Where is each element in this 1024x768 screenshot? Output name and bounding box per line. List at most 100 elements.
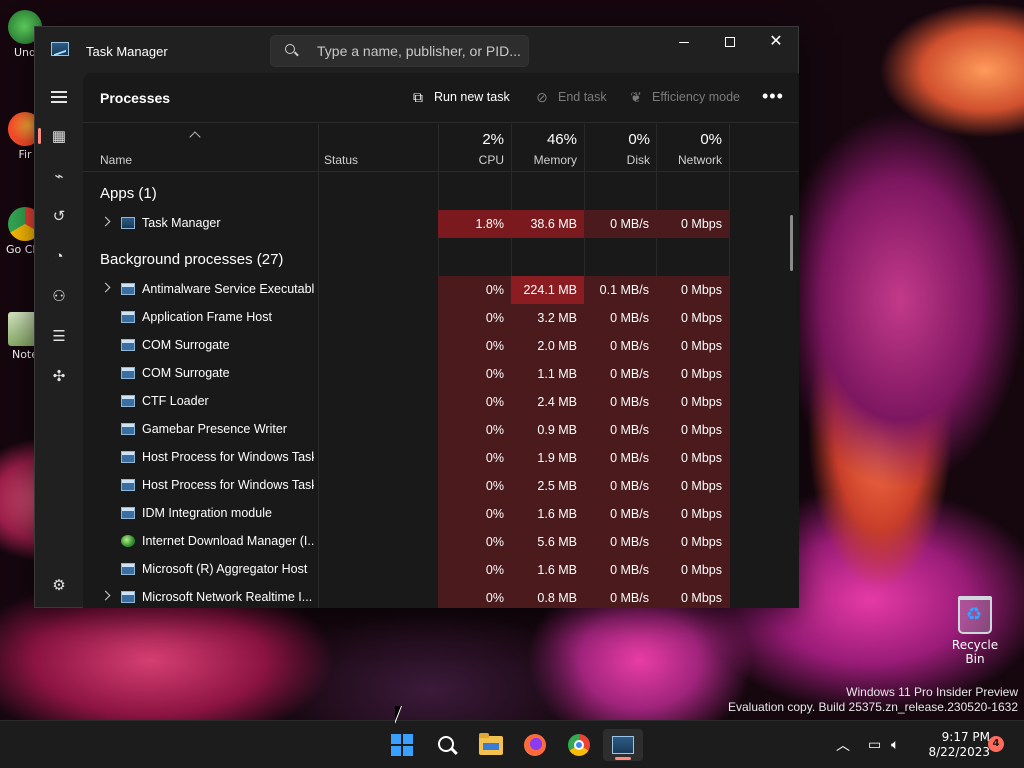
users-icon: ⚇ xyxy=(52,288,66,305)
table-row[interactable]: CTF Loader 0% 2.4 MB 0 MB/s 0 Mbps xyxy=(83,388,799,416)
table-row[interactable]: Internet Download Manager (I... 0% 5.6 MB 0… xyxy=(83,528,799,556)
disk-cell: 0 MB/s xyxy=(584,556,656,584)
scrollbar-thumb[interactable] xyxy=(790,215,793,271)
chevron-up-icon: ︿ xyxy=(836,738,850,754)
title-bar[interactable]: Task Manager ✕ xyxy=(35,27,798,73)
end-task-label: End task xyxy=(558,90,607,104)
table-row[interactable]: Application Frame Host 0% 3.2 MB 0 MB/s 0 Mb… xyxy=(83,304,799,332)
minimize-button[interactable] xyxy=(661,27,707,57)
cpu-cell: 0% xyxy=(438,416,511,444)
table-row[interactable]: Microsoft Network Realtime I... 0% 0.8 MB 0… xyxy=(83,584,799,608)
table-row[interactable]: COM Surrogate 0% 2.0 MB 0 MB/s 0 Mbps xyxy=(83,332,799,360)
speaker-icon: 🔈︎ xyxy=(891,737,900,753)
nav-users[interactable]: ⚇ xyxy=(47,284,71,308)
cpu-cell: 0% xyxy=(438,528,511,556)
taskbar-file-explorer[interactable] xyxy=(471,729,511,761)
column-status[interactable]: Status xyxy=(324,153,358,167)
watermark-line: Windows 11 Pro Insider Preview xyxy=(846,685,1018,699)
process-window-icon xyxy=(121,339,135,351)
cpu-cell: 0% xyxy=(438,584,511,608)
table-row[interactable]: IDM Integration module 0% 1.6 MB 0 MB/s 0 Mb… xyxy=(83,500,799,528)
memory-cell: 38.6 MB xyxy=(511,210,584,238)
volume-control[interactable]: 🔈︎ xyxy=(891,721,899,768)
leaf-icon: ❦ xyxy=(630,88,642,105)
memory-cell: 2.4 MB xyxy=(511,388,584,416)
more-options-button[interactable]: ••• xyxy=(762,86,784,107)
table-row[interactable]: Task Manager 1.8% 38.6 MB 0 MB/s 0 Mbps xyxy=(83,210,799,238)
taskbar-firefox[interactable] xyxy=(515,729,555,761)
sort-ascending-icon xyxy=(189,131,201,143)
nav-startup-apps[interactable]: ◔ xyxy=(47,244,71,268)
process-window-icon xyxy=(121,311,135,323)
memory-cell: 1.9 MB xyxy=(511,444,584,472)
cpu-total: 2% xyxy=(482,131,504,148)
task-manager-icon xyxy=(121,217,135,229)
close-icon: ✕ xyxy=(769,33,783,50)
group-header-background: Background processes (27) xyxy=(100,251,284,268)
table-row[interactable]: Host Process for Windows Tasks 0% 2.5 MB 0 … xyxy=(83,472,799,500)
services-puzzle-icon: ✣ xyxy=(52,368,66,385)
taskbar-task-manager[interactable] xyxy=(603,729,643,761)
task-manager-icon xyxy=(51,42,69,56)
notification-badge[interactable]: 4 xyxy=(988,736,1004,752)
memory-total: 46% xyxy=(546,131,577,148)
table-row[interactable]: COM Surrogate 0% 1.1 MB 0 MB/s 0 Mbps xyxy=(83,360,799,388)
taskbar-search-button[interactable] xyxy=(427,729,467,761)
close-button[interactable]: ✕ xyxy=(753,27,799,57)
run-new-task-button[interactable]: ⧉ Run new task xyxy=(410,89,510,105)
performance-icon: ⌁ xyxy=(54,168,64,185)
taskbar-chrome[interactable] xyxy=(559,729,599,761)
table-row[interactable]: Gamebar Presence Writer 0% 0.9 MB 0 MB/s 0 M… xyxy=(83,416,799,444)
efficiency-mode-label: Efficiency mode xyxy=(652,90,741,104)
end-task-button[interactable]: ⊘ End task xyxy=(534,89,607,105)
memory-cell: 1.6 MB xyxy=(511,556,584,584)
network-cell: 0 Mbps xyxy=(656,556,729,584)
nav-rail: ▦ ⌁ ↺ ◔ ⚇ ☰ ✣ ⚙ xyxy=(35,73,83,608)
nav-app-history[interactable]: ↺ xyxy=(47,204,71,228)
disk-cell: 0 MB/s xyxy=(584,304,656,332)
chevron-right-icon[interactable] xyxy=(100,216,111,227)
chevron-right-icon[interactable] xyxy=(100,282,111,293)
process-name: Host Process for Windows Tasks xyxy=(142,450,314,464)
nav-settings[interactable]: ⚙ xyxy=(47,573,71,597)
table-row[interactable]: Host Process for Windows Tasks 0% 1.9 MB 0 … xyxy=(83,444,799,472)
search-input[interactable] xyxy=(317,43,527,59)
network-status[interactable]: ▭ xyxy=(868,721,881,768)
maximize-icon xyxy=(725,37,735,47)
network-cell: 0 Mbps xyxy=(656,388,729,416)
process-name: COM Surrogate xyxy=(142,338,230,352)
maximize-button[interactable] xyxy=(707,27,753,57)
end-task-icon: ⊘ xyxy=(536,88,548,105)
process-window-icon xyxy=(121,283,135,295)
hamburger-menu-button[interactable] xyxy=(47,85,71,109)
processes-page: Processes ⧉ Run new task ⊘ End task ❦ Ef… xyxy=(83,73,799,608)
disk-cell: 0 MB/s xyxy=(584,444,656,472)
search-icon xyxy=(285,44,299,58)
network-total: 0% xyxy=(700,131,722,148)
run-new-task-label: Run new task xyxy=(434,90,510,104)
process-window-icon xyxy=(121,451,135,463)
process-window-icon xyxy=(121,507,135,519)
table-row[interactable]: Antimalware Service Executable 0% 224.1 MB… xyxy=(83,276,799,304)
process-name: Antimalware Service Executable xyxy=(142,282,314,296)
network-cell: 0 Mbps xyxy=(656,416,729,444)
table-row[interactable]: Microsoft (R) Aggregator Host 0% 1.6 MB 0 M… xyxy=(83,556,799,584)
search-box[interactable] xyxy=(270,35,529,67)
minimize-icon xyxy=(679,41,689,43)
desktop-icon-label: Fir xyxy=(18,148,32,161)
nav-details[interactable]: ☰ xyxy=(47,324,71,348)
disk-label: Disk xyxy=(626,153,650,167)
network-cell: 0 Mbps xyxy=(656,584,729,608)
show-hidden-icons-button[interactable]: ︿ xyxy=(836,721,850,768)
nav-services[interactable]: ✣ xyxy=(47,364,71,388)
nav-processes[interactable]: ▦ xyxy=(47,124,71,148)
column-name[interactable]: Name xyxy=(100,153,132,167)
details-list-icon: ☰ xyxy=(52,328,66,345)
desktop-icon-recycle-bin[interactable]: Recycle Bin xyxy=(942,596,1008,666)
efficiency-mode-button[interactable]: ❦ Efficiency mode xyxy=(628,89,740,105)
recycle-bin-icon xyxy=(958,596,992,634)
nav-performance[interactable]: ⌁ xyxy=(47,164,71,188)
start-button[interactable] xyxy=(382,729,422,761)
clock[interactable]: 9:17 PM 8/22/2023 xyxy=(920,730,990,760)
chevron-right-icon[interactable] xyxy=(100,590,111,601)
